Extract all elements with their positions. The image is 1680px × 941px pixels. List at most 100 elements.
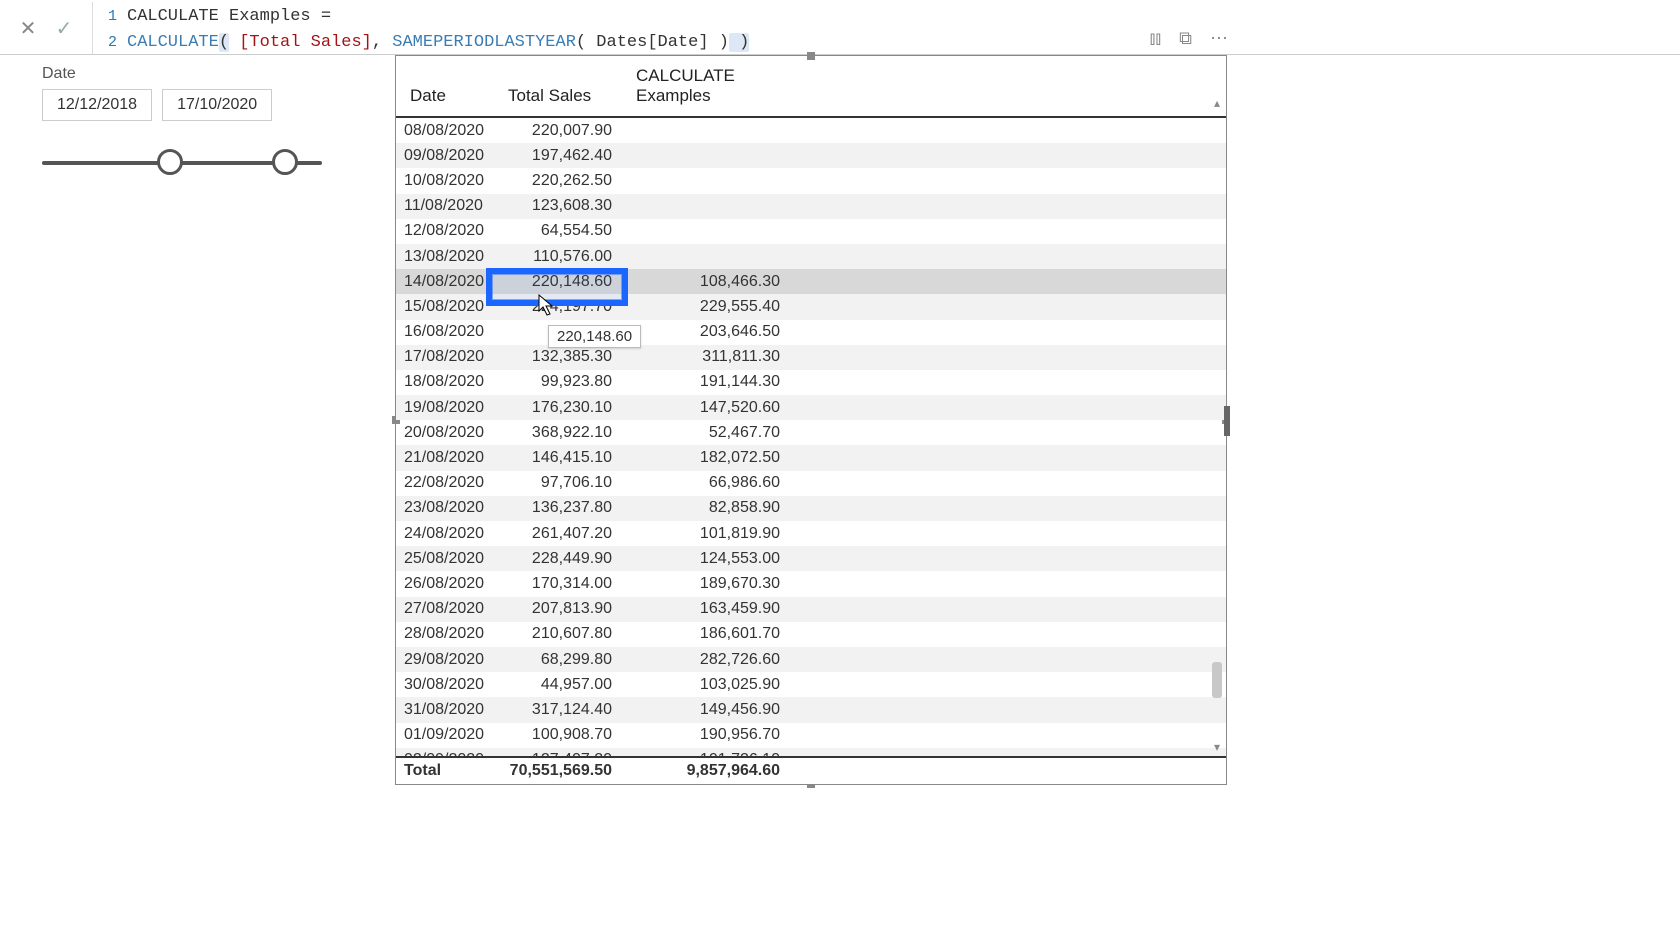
cell-calculate-examples[interactable]: 311,811.30 bbox=[618, 348, 788, 366]
table-row[interactable]: 22/08/202097,706.1066,986.60 bbox=[396, 471, 1226, 496]
cell-total-sales[interactable]: 97,706.10 bbox=[496, 474, 618, 492]
cell-date[interactable]: 09/08/2020 bbox=[396, 147, 496, 165]
cell-calculate-examples[interactable]: 203,646.50 bbox=[618, 323, 788, 341]
table-row[interactable]: 30/08/202044,957.00103,025.90 bbox=[396, 672, 1226, 697]
cell-date[interactable]: 24/08/2020 bbox=[396, 525, 496, 543]
cell-date[interactable]: 19/08/2020 bbox=[396, 399, 496, 417]
cell-calculate-examples[interactable]: 147,520.60 bbox=[618, 399, 788, 417]
cell-date[interactable]: 17/08/2020 bbox=[396, 348, 496, 366]
cell-date[interactable]: 16/08/2020 bbox=[396, 323, 496, 341]
cell-total-sales[interactable]: 224,197.70 bbox=[496, 298, 618, 316]
cell-calculate-examples[interactable]: 163,459.90 bbox=[618, 600, 788, 618]
column-header-total-sales[interactable]: Total Sales bbox=[502, 82, 624, 110]
cell-total-sales[interactable]: 220,007.90 bbox=[496, 122, 618, 140]
cell-date[interactable]: 13/08/2020 bbox=[396, 248, 496, 266]
cell-total-sales[interactable]: 228,449.90 bbox=[496, 550, 618, 568]
cell-calculate-examples[interactable]: 149,456.90 bbox=[618, 701, 788, 719]
cell-total-sales[interactable]: 146,415.10 bbox=[496, 449, 618, 467]
cell-date[interactable]: 10/08/2020 bbox=[396, 172, 496, 190]
table-row[interactable]: 11/08/2020123,608.30 bbox=[396, 194, 1226, 219]
slider-thumb-from[interactable] bbox=[157, 149, 183, 175]
cell-date[interactable]: 12/08/2020 bbox=[396, 222, 496, 240]
table-row[interactable]: 28/08/2020210,607.80186,601.70 bbox=[396, 622, 1226, 647]
cell-calculate-examples[interactable]: 108,466.30 bbox=[618, 273, 788, 291]
cell-date[interactable]: 26/08/2020 bbox=[396, 575, 496, 593]
cell-calculate-examples[interactable]: 282,726.60 bbox=[618, 651, 788, 669]
table-row[interactable]: 10/08/2020220,262.50 bbox=[396, 168, 1226, 193]
table-row[interactable]: 12/08/202064,554.50 bbox=[396, 219, 1226, 244]
table-row[interactable]: 25/08/2020228,449.90124,553.00 bbox=[396, 546, 1226, 571]
table-row[interactable]: 27/08/2020207,813.90163,459.90 bbox=[396, 597, 1226, 622]
cell-date[interactable]: 22/08/2020 bbox=[396, 474, 496, 492]
resize-handle-top[interactable] bbox=[807, 52, 815, 60]
cell-calculate-examples[interactable]: 190,956.70 bbox=[618, 726, 788, 744]
table-row[interactable]: 09/08/2020197,462.40 bbox=[396, 143, 1226, 168]
table-row[interactable]: 24/08/2020261,407.20101,819.90 bbox=[396, 521, 1226, 546]
cell-total-sales[interactable]: 99,923.80 bbox=[496, 373, 618, 391]
cell-total-sales[interactable]: 207,813.90 bbox=[496, 600, 618, 618]
table-row[interactable]: 18/08/202099,923.80191,144.30 bbox=[396, 370, 1226, 395]
cell-total-sales[interactable]: 100,908.70 bbox=[496, 726, 618, 744]
cell-total-sales[interactable]: 68,299.80 bbox=[496, 651, 618, 669]
cell-calculate-examples[interactable]: 124,553.00 bbox=[618, 550, 788, 568]
cell-total-sales[interactable]: 197,462.40 bbox=[496, 147, 618, 165]
cell-date[interactable]: 25/08/2020 bbox=[396, 550, 496, 568]
slicer-from-input[interactable]: 12/12/2018 bbox=[42, 89, 152, 121]
cell-calculate-examples[interactable]: 101,819.90 bbox=[618, 525, 788, 543]
cell-date[interactable]: 28/08/2020 bbox=[396, 625, 496, 643]
cell-calculate-examples[interactable]: 229,555.40 bbox=[618, 298, 788, 316]
table-row[interactable]: 13/08/2020110,576.00 bbox=[396, 244, 1226, 269]
table-row[interactable]: 29/08/202068,299.80282,726.60 bbox=[396, 647, 1226, 672]
cell-calculate-examples[interactable]: 52,467.70 bbox=[618, 424, 788, 442]
table-row[interactable]: 08/08/2020220,007.90 bbox=[396, 118, 1226, 143]
focus-mode-icon[interactable]: ⧉ bbox=[1179, 28, 1192, 49]
filter-icon[interactable]: ⫾⫾ bbox=[1150, 28, 1162, 49]
cell-total-sales[interactable]: 220,262.50 bbox=[496, 172, 618, 190]
cell-total-sales[interactable]: 123,608.30 bbox=[496, 197, 618, 215]
cell-total-sales[interactable]: 170,314.00 bbox=[496, 575, 618, 593]
cell-calculate-examples[interactable]: 82,858.90 bbox=[618, 499, 788, 517]
cell-total-sales[interactable]: 64,554.50 bbox=[496, 222, 618, 240]
table-row[interactable]: 26/08/2020170,314.00189,670.30 bbox=[396, 571, 1226, 596]
cell-total-sales[interactable]: 368,922.10 bbox=[496, 424, 618, 442]
scroll-down-icon[interactable]: ▾ bbox=[1210, 740, 1224, 754]
cell-date[interactable]: 30/08/2020 bbox=[396, 676, 496, 694]
cell-date[interactable]: 15/08/2020 bbox=[396, 298, 496, 316]
cell-calculate-examples[interactable]: 191,144.30 bbox=[618, 373, 788, 391]
formula-editor[interactable]: 1CALCULATE Examples = 2CALCULATE( [Total… bbox=[93, 2, 749, 58]
cell-total-sales[interactable]: 136,237.80 bbox=[496, 499, 618, 517]
table-row[interactable]: 14/08/2020220,148.60108,466.30 bbox=[396, 269, 1226, 294]
cell-date[interactable]: 27/08/2020 bbox=[396, 600, 496, 618]
slider-thumb-to[interactable] bbox=[272, 149, 298, 175]
cell-calculate-examples[interactable]: 189,670.30 bbox=[618, 575, 788, 593]
scroll-up-icon[interactable]: ▴ bbox=[1210, 96, 1224, 110]
cell-calculate-examples[interactable]: 103,025.90 bbox=[618, 676, 788, 694]
cell-date[interactable]: 29/08/2020 bbox=[396, 651, 496, 669]
vertical-scrollbar[interactable]: ▴ ▾ bbox=[1210, 96, 1224, 754]
cell-calculate-examples[interactable]: 182,072.50 bbox=[618, 449, 788, 467]
cell-date[interactable]: 01/09/2020 bbox=[396, 726, 496, 744]
cell-total-sales[interactable]: 220,148.60 bbox=[496, 273, 618, 291]
table-row[interactable]: 21/08/2020146,415.10182,072.50 bbox=[396, 445, 1226, 470]
table-row[interactable]: 17/08/2020132,385.30311,811.30 bbox=[396, 345, 1226, 370]
column-header-date[interactable]: Date bbox=[402, 82, 502, 110]
column-header-calculate-examples[interactable]: CALCULATE Examples bbox=[624, 62, 794, 110]
resize-handle-right-mid[interactable] bbox=[1224, 406, 1230, 436]
cell-date[interactable]: 21/08/2020 bbox=[396, 449, 496, 467]
table-row[interactable]: 19/08/2020176,230.10147,520.60 bbox=[396, 395, 1226, 420]
cell-date[interactable]: 14/08/2020 bbox=[396, 273, 496, 291]
cell-calculate-examples[interactable]: 66,986.60 bbox=[618, 474, 788, 492]
cell-total-sales[interactable]: 261,407.20 bbox=[496, 525, 618, 543]
cell-date[interactable]: 20/08/2020 bbox=[396, 424, 496, 442]
cell-total-sales[interactable]: 317,124.40 bbox=[496, 701, 618, 719]
cell-total-sales[interactable]: 210,607.80 bbox=[496, 625, 618, 643]
table-row[interactable]: 15/08/2020224,197.70229,555.40 bbox=[396, 294, 1226, 319]
cell-total-sales[interactable]: 44,957.00 bbox=[496, 676, 618, 694]
table-row[interactable]: 01/09/2020100,908.70190,956.70 bbox=[396, 723, 1226, 748]
table-visual[interactable]: ⫾⫾ ⧉ ⋯ Date Total Sales CALCULATE Exampl… bbox=[395, 55, 1227, 785]
slicer-to-input[interactable]: 17/10/2020 bbox=[162, 89, 272, 121]
cell-date[interactable]: 18/08/2020 bbox=[396, 373, 496, 391]
cancel-icon[interactable]: ✕ bbox=[18, 18, 38, 38]
scroll-thumb[interactable] bbox=[1212, 662, 1222, 698]
slicer-slider[interactable] bbox=[42, 139, 322, 189]
